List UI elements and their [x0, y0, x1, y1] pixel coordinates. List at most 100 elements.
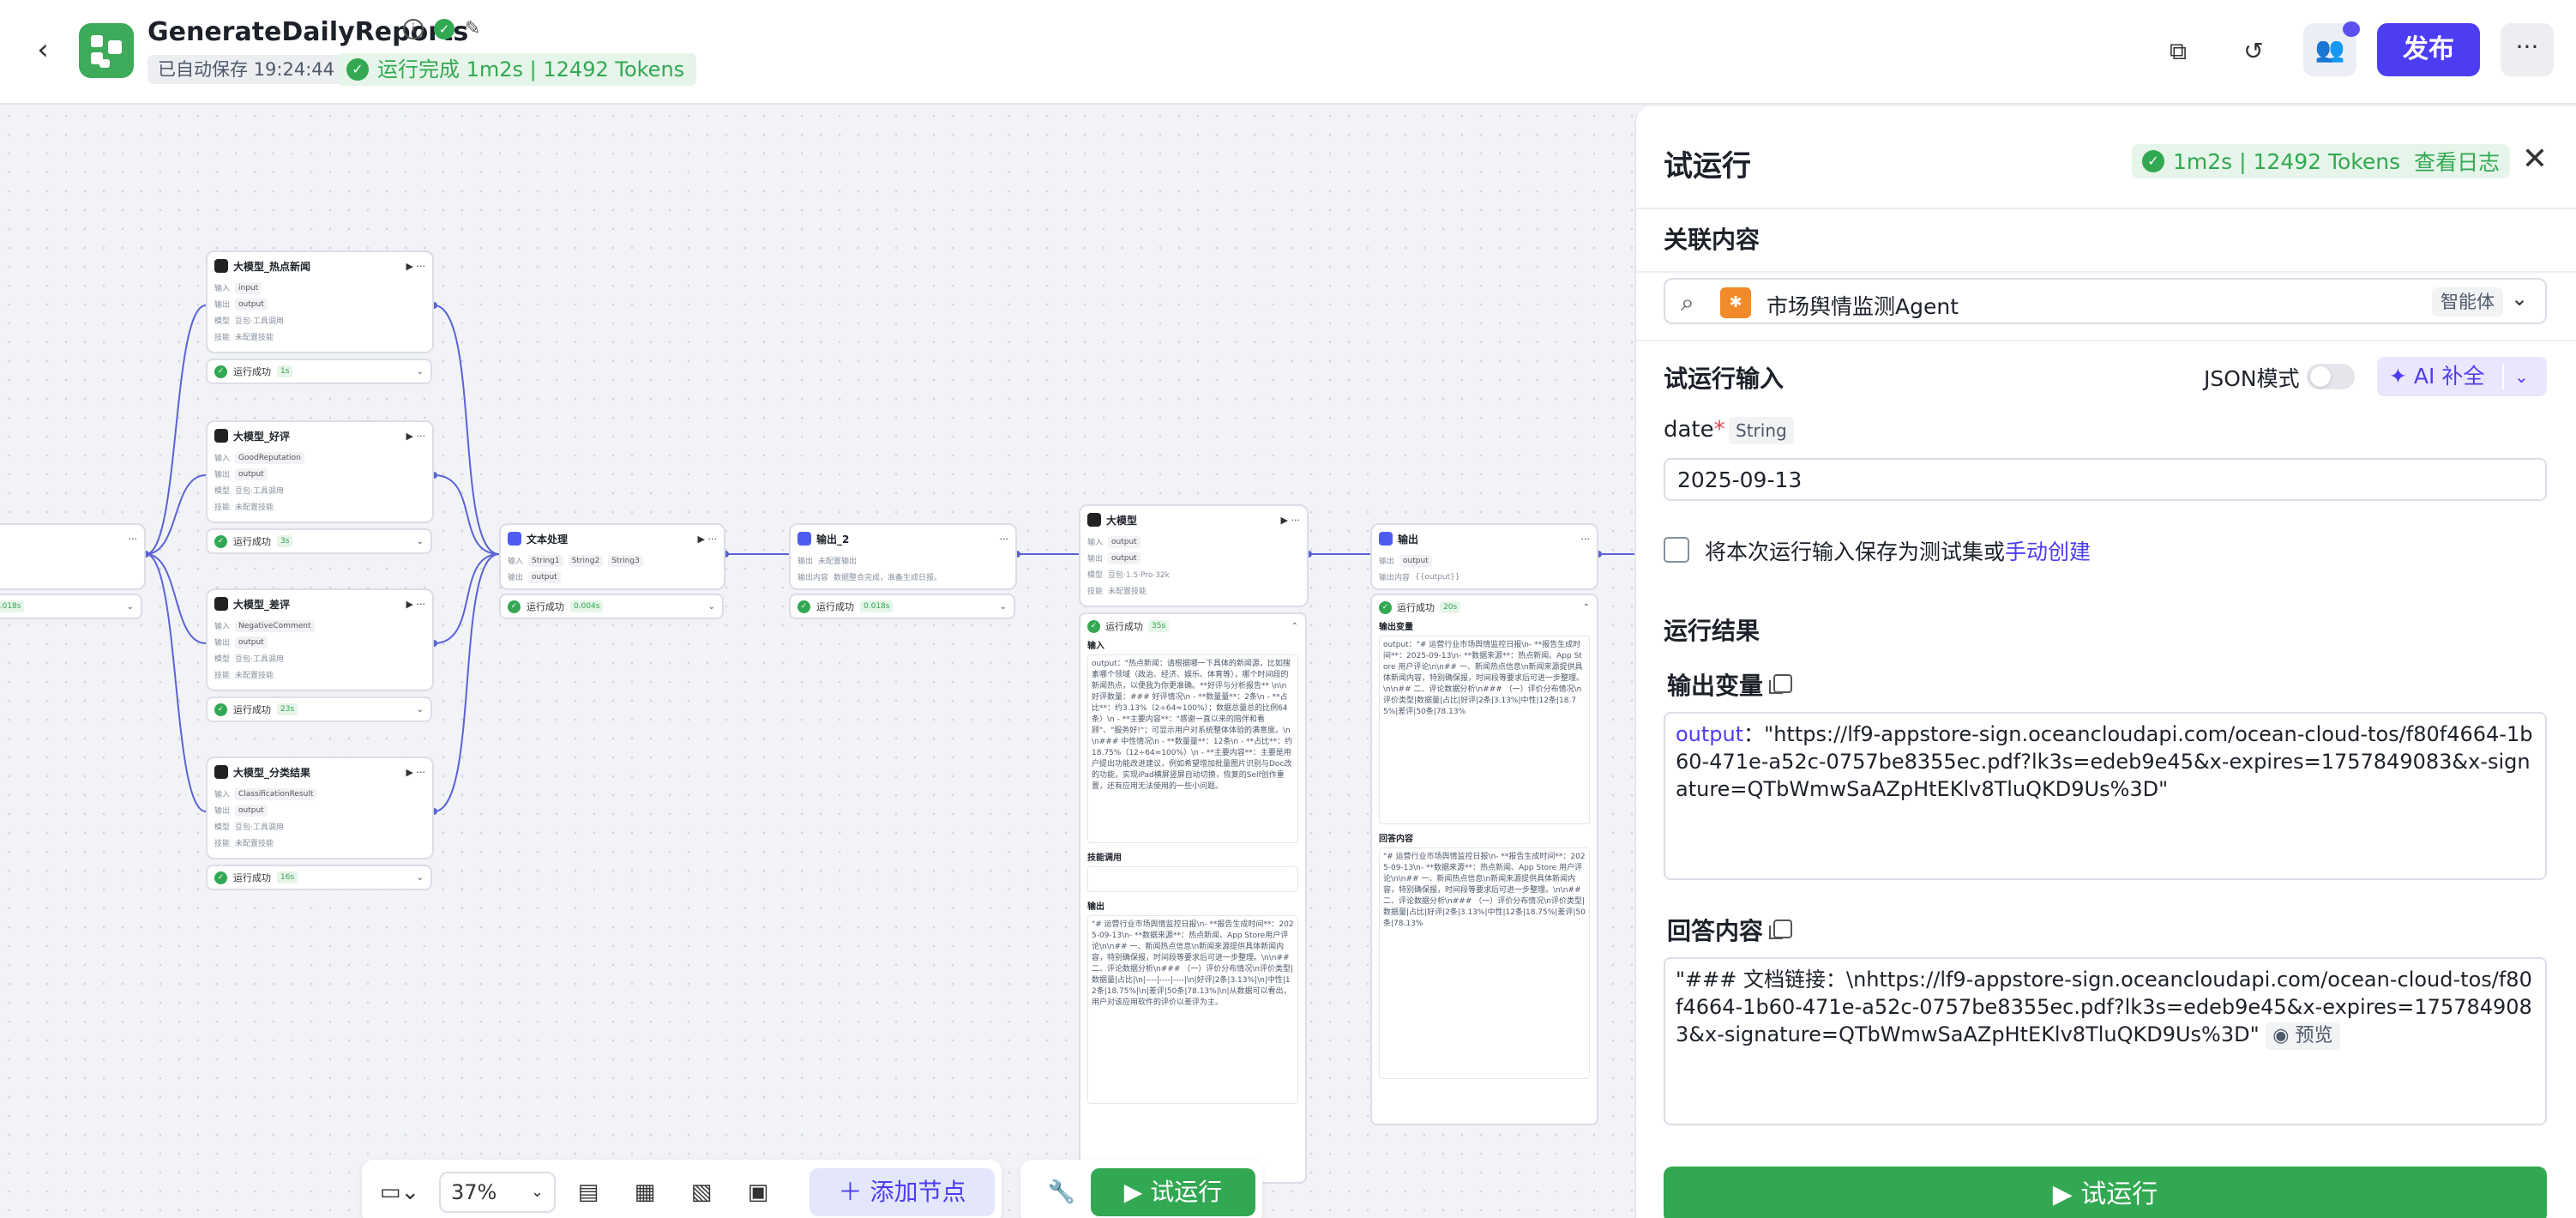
text-process-node[interactable]: 文本处理 ▶ ··· 输入 String1 String2 String3 输出 outp…	[499, 523, 725, 590]
chevron-down-icon: ⌄	[530, 1183, 544, 1201]
check-circle-icon: ✓	[346, 58, 369, 81]
more-icon[interactable]: ···	[1000, 534, 1009, 545]
back-arrow-icon[interactable]: ‹	[29, 34, 57, 65]
run-chip-good[interactable]: ✓ 运行成功 3s ⌄	[206, 528, 432, 554]
chevron-down-icon[interactable]: ⌄	[2514, 357, 2529, 396]
output-node[interactable]: 输出 ··· 输出 output 输出内容 {{output}}	[1370, 523, 1598, 590]
search-icon: ⌕	[1681, 288, 1694, 317]
preview-button[interactable]: ◉ 预览	[2266, 1022, 2340, 1050]
notification-badge	[2343, 21, 2360, 37]
top-header: ‹ GenerateDailyReports i ✓ ✎ 已自动保存 19:24…	[0, 0, 2576, 105]
edit-icon[interactable]: ✎	[465, 19, 485, 39]
start-run-chip[interactable]: 0.018s ⌄	[0, 594, 142, 619]
json-mode-toggle[interactable]	[2307, 364, 2355, 389]
screen-icon[interactable]: ▣	[737, 1172, 779, 1213]
chevron-down-icon[interactable]: ⌄	[417, 705, 424, 715]
run-chip-news[interactable]: ✓ 运行成功 1s ⌄	[206, 359, 432, 384]
check-circle-icon: ✓	[508, 600, 521, 613]
run-chip-classify[interactable]: ✓ 运行成功 16s ⌄	[206, 865, 432, 890]
date-input[interactable]	[1664, 458, 2547, 501]
chevron-down-icon[interactable]: ⌄	[417, 873, 424, 883]
minimap-icon[interactable]: ▭⌄	[374, 1172, 425, 1213]
output-icon	[1379, 532, 1393, 546]
add-node-button[interactable]: ＋ 添加节点	[810, 1168, 995, 1216]
play-more-icon[interactable]: ▶ ···	[406, 599, 425, 610]
check-circle-icon: ✓	[797, 600, 810, 613]
play-more-icon[interactable]: ▶ ···	[406, 431, 425, 442]
toggle-knob	[2310, 366, 2331, 387]
play-more-icon[interactable]: ▶ ···	[406, 767, 425, 778]
chevron-down-icon[interactable]: ⌄	[1000, 602, 1007, 612]
field-type-badge: String	[1729, 417, 1794, 444]
chevron-down-icon[interactable]: ⌄	[417, 367, 424, 377]
chevron-down-icon[interactable]: ⌄	[708, 602, 715, 612]
llm-node-bad[interactable]: 大模型_差评 ▶ ··· 输入 NegativeComment 输出 output 模…	[206, 588, 434, 691]
run-chip-output2[interactable]: ✓ 运行成功 0.018s ⌄	[789, 594, 1015, 619]
chevron-down-icon[interactable]: ⌄	[417, 537, 424, 546]
panel-title: 试运行	[1664, 149, 1751, 184]
history-icon[interactable]: ↺	[2233, 31, 2274, 72]
save-testset-checkbox[interactable]	[1664, 537, 1689, 563]
output2-node[interactable]: 输出_2 ··· 输出 未配置输出 输出内容 数据整合完成，准备生成日报。	[789, 523, 1017, 590]
json-mode-label: JSON模式	[2204, 366, 2300, 391]
play-more-icon[interactable]: ▶ ···	[1281, 515, 1300, 526]
eye-icon: ◉	[2272, 1025, 2290, 1046]
workflow-canvas[interactable]: ··· 0.018s ⌄ 大模型_热点新闻▶ ··· 输入input 输出out…	[0, 106, 1634, 1218]
canvas-toolbar: ▭⌄ 37% ⌄ ▤ ▦ ▧ ▣ ＋ 添加节点	[362, 1160, 1002, 1218]
play-more-icon[interactable]: ▶ ···	[698, 534, 717, 545]
side-run-button[interactable]: ▶ 试运行	[1664, 1167, 2547, 1218]
play-more-icon[interactable]: ▶ ···	[406, 261, 425, 272]
run-chip-bad[interactable]: ✓ 运行成功 23s ⌄	[206, 696, 432, 722]
check-circle-icon: ✓	[214, 365, 227, 378]
output-run-panel[interactable]: ✓ 运行成功 20s ⌃ 输出变量 output："# 运营行业市场舆情监控日报…	[1370, 594, 1598, 1125]
canvas-run-button[interactable]: ▶ 试运行	[1091, 1168, 1255, 1216]
llm-node-classify[interactable]: 大模型_分类结果 ▶ ··· 输入 ClassificationResult 输出 o…	[206, 757, 434, 859]
llm-node-news[interactable]: 大模型_热点新闻 ▶ ··· 输入 input 输出 output 模型 豆包·工具调用…	[206, 250, 434, 353]
more-icon[interactable]: ···	[1581, 534, 1591, 545]
agent-type-tag: 智能体	[2432, 287, 2503, 317]
copy-icon[interactable]	[1769, 920, 1792, 939]
agent-select[interactable]: ⌕ ✱ 市场舆情监测Agent 智能体 ⌄	[1664, 278, 2547, 324]
more-icon[interactable]: ···	[129, 534, 138, 545]
copy-icon[interactable]: ⧉	[2158, 31, 2199, 72]
run-chip-text[interactable]: ✓ 运行成功 0.004s ⌄	[499, 594, 724, 619]
check-circle-icon: ✓	[434, 19, 454, 39]
layout-icon[interactable]: ▦	[624, 1172, 665, 1213]
more-options-button[interactable]: ···	[2501, 23, 2554, 76]
zoom-select[interactable]: 37% ⌄	[439, 1172, 556, 1213]
image-icon[interactable]: ▧	[681, 1172, 722, 1213]
edge-classify-text	[433, 553, 500, 812]
comment-icon[interactable]: ▤	[568, 1172, 609, 1213]
edge-start-good	[145, 474, 207, 555]
test-input-label: 试运行输入	[1664, 365, 1785, 393]
output-icon	[797, 532, 811, 546]
ai-complete-button[interactable]: ✦ AI 补全 ⌄	[2377, 357, 2547, 396]
check-circle-icon: ✓	[1379, 600, 1392, 614]
view-log-link[interactable]: 查看日志	[2414, 146, 2500, 177]
edge-good-text	[433, 474, 500, 555]
close-icon[interactable]: ✕	[2518, 142, 2552, 177]
chevron-down-icon[interactable]: ⌄	[127, 602, 134, 612]
llm-run-panel[interactable]: ✓ 运行成功 35s ⌃ 输入 output："热点新闻：请根据哪一下具体的新闻…	[1079, 612, 1307, 1184]
collaborator-button[interactable]: 👥	[2303, 21, 2360, 76]
start-node[interactable]: ···	[0, 523, 146, 590]
llm-skill-text	[1087, 866, 1298, 892]
divider	[2502, 364, 2504, 389]
llm-icon	[214, 429, 228, 443]
run-status-text: 运行完成 1m2s | 12492 Tokens	[377, 57, 685, 81]
app-logo	[79, 23, 134, 78]
edge-bad-text	[433, 553, 500, 644]
sparkle-icon: ✦	[2389, 364, 2407, 389]
llm-output-text: "# 运营行业市场舆情监控日报\n- **报告生成时间**：2025-09-13…	[1087, 915, 1298, 1104]
wrench-icon[interactable]: 🔧	[1041, 1172, 1082, 1213]
llm-node-main[interactable]: 大模型 ▶ ··· 输入 output 输出 output 模型 豆包·1.5·Pro·…	[1079, 504, 1309, 607]
chevron-up-icon[interactable]: ⌃	[1291, 622, 1298, 631]
copy-icon[interactable]	[1769, 674, 1792, 694]
manual-create-link[interactable]: 手动创建	[2005, 540, 2091, 564]
edge-start-bad	[145, 553, 207, 644]
llm-node-good[interactable]: 大模型_好评 ▶ ··· 输入 GoodReputation 输出 output 模型…	[206, 420, 434, 523]
title-icons: i ✓ ✎	[403, 19, 485, 39]
chevron-up-icon[interactable]: ⌃	[1583, 603, 1590, 612]
info-icon[interactable]: i	[403, 19, 424, 39]
publish-button[interactable]: 发布	[2377, 23, 2480, 76]
